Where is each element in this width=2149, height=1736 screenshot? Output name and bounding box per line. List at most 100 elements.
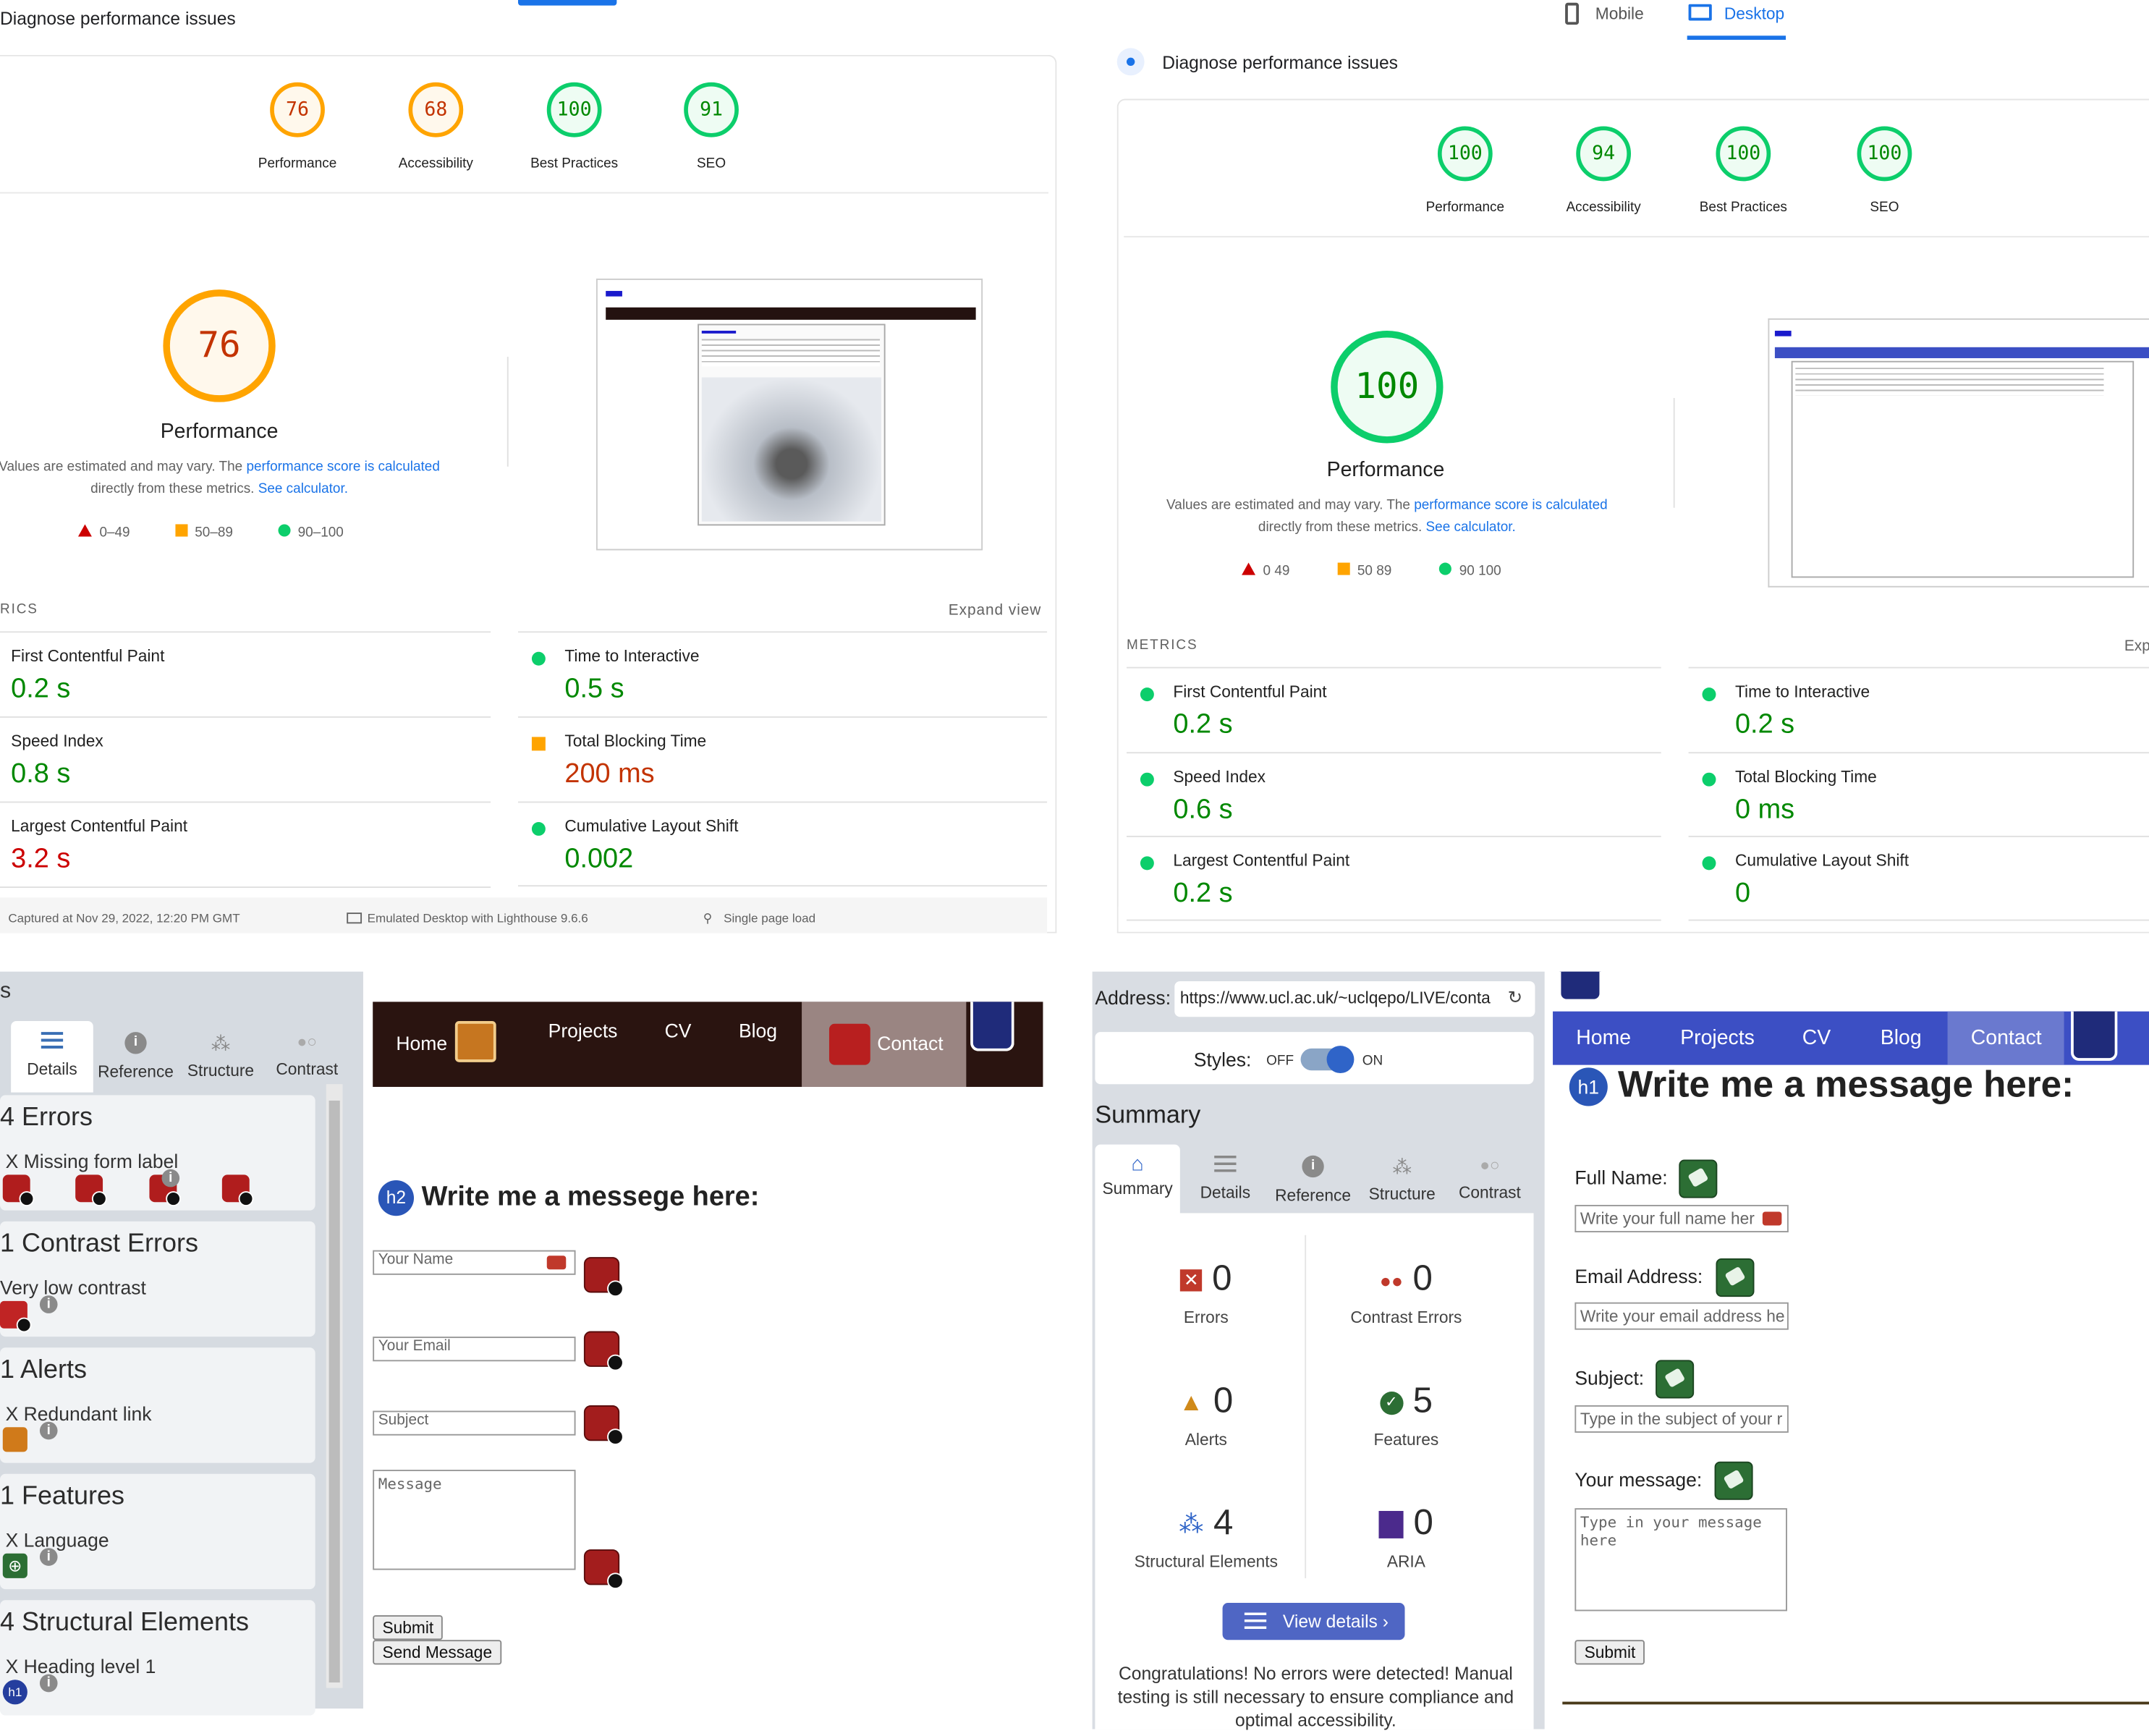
page-screenshot-thumbnail[interactable] xyxy=(1768,318,2149,588)
expand-view-link[interactable]: Expand view xyxy=(949,603,1042,619)
contrast-error-icon[interactable] xyxy=(0,1300,32,1333)
info-icon[interactable]: i xyxy=(161,1169,180,1187)
info-icon[interactable]: i xyxy=(39,1674,58,1693)
nav-blog[interactable]: Blog xyxy=(1881,1027,1922,1050)
message-textarea[interactable]: Message xyxy=(373,1470,576,1570)
label-feature-icon[interactable] xyxy=(1716,1258,1755,1297)
metrics-header: RICS xyxy=(0,602,38,618)
tab-mobile[interactable]: Mobile xyxy=(1595,4,1644,24)
subject-input[interactable]: Type in the subject of your r xyxy=(1574,1405,1789,1433)
gauge-accessibility[interactable]: 68 Accessibility xyxy=(368,82,504,172)
refresh-icon[interactable]: ↻ xyxy=(1508,987,1523,1009)
gauge-accessibility[interactable]: 94 Accessibility xyxy=(1535,126,1671,216)
tab-reference[interactable]: i Reference xyxy=(96,1021,176,1081)
lighthouse-report-left: Diagnose performance issues 76 Performanc… xyxy=(0,0,1057,933)
name-input[interactable]: Your Name xyxy=(373,1250,576,1275)
submit-button[interactable]: Submit xyxy=(1574,1640,1645,1665)
error-icon[interactable] xyxy=(2,1174,35,1206)
error-icon[interactable] xyxy=(222,1174,255,1206)
error-icon[interactable] xyxy=(583,1331,624,1371)
address-input[interactable]: https://www.ucl.ac.uk/~uclqepo/LIVE/cont… xyxy=(1174,981,1535,1017)
email-input[interactable]: Write your email address he xyxy=(1574,1302,1789,1330)
calculator-link[interactable]: See calculator. xyxy=(258,482,348,497)
tab-reference[interactable]: i Reference xyxy=(1268,1145,1358,1205)
nav-projects[interactable]: Projects xyxy=(1680,1027,1755,1050)
average-icon xyxy=(531,737,546,751)
html5-icon xyxy=(970,1002,1014,1051)
error-icon[interactable] xyxy=(583,1549,624,1590)
nav-home[interactable]: Home xyxy=(1576,1027,1631,1050)
tab-structure[interactable]: ⁂ Structure xyxy=(1358,1145,1446,1203)
errors-card[interactable]: 4 Errors X Missing form label i xyxy=(0,1095,315,1211)
tab-contrast[interactable]: ●○ Contrast xyxy=(266,1021,348,1078)
metric-lcp: Largest Contentful Paint 0.2 s xyxy=(1126,835,1661,921)
expand-view-link[interactable]: Exp xyxy=(2124,638,2149,655)
nav-cv[interactable]: CV xyxy=(1802,1027,1831,1050)
features-card[interactable]: 1 Features X Language ⊕ i xyxy=(0,1473,315,1590)
contrast-card[interactable]: 1 Contrast Errors Very low contrast i xyxy=(0,1221,315,1337)
page-screenshot-thumbnail[interactable] xyxy=(595,278,983,551)
score-calc-link[interactable]: performance score is calculated xyxy=(1414,498,1607,513)
error-icon[interactable] xyxy=(583,1405,624,1445)
stat-errors[interactable]: ✕ 0 Errors xyxy=(1106,1257,1307,1327)
stat-features[interactable]: ✓ 5 Features xyxy=(1306,1379,1506,1449)
tab-structure[interactable]: ⁂ Structure xyxy=(178,1021,263,1080)
page-heading: Write me a message here: xyxy=(1618,1063,2074,1105)
stat-structural-elements[interactable]: ⁂ 4 Structural Elements xyxy=(1106,1502,1307,1572)
metric-cls: Cumulative Layout Shift 0.002 xyxy=(517,801,1048,887)
send-message-button[interactable]: Send Message xyxy=(373,1640,502,1665)
tab-contrast[interactable]: ●○ Contrast xyxy=(1446,1145,1533,1202)
structure-card[interactable]: 4 Structural Elements X Heading level 1 … xyxy=(0,1600,315,1716)
label-feature-icon[interactable] xyxy=(1714,1461,1753,1500)
email-input[interactable]: Your Email xyxy=(373,1337,576,1362)
gauge-performance[interactable]: 100 Performance xyxy=(1396,126,1533,216)
error-icon[interactable] xyxy=(76,1174,108,1206)
stat-aria[interactable]: 0 ARIA xyxy=(1306,1502,1506,1571)
label-feature-icon[interactable] xyxy=(1679,1159,1718,1198)
heading-h1-icon[interactable]: h1 xyxy=(2,1680,27,1705)
nav-projects[interactable]: Projects xyxy=(548,1020,618,1041)
gauge-best-practices[interactable]: 100 Best Practices xyxy=(1675,126,1812,216)
tab-summary[interactable]: ⌂ Summary xyxy=(1095,1144,1180,1214)
gauge-seo[interactable]: 91 SEO xyxy=(643,82,779,172)
list-icon xyxy=(1214,1155,1237,1175)
address-label: Address: xyxy=(1095,986,1171,1009)
subject-input[interactable]: Subject xyxy=(373,1410,576,1436)
stat-alerts[interactable]: ▲ 0 Alerts xyxy=(1106,1379,1307,1449)
nav-contact-active[interactable]: Contact xyxy=(802,1002,967,1087)
nav-blog[interactable]: Blog xyxy=(739,1020,777,1041)
report-title: Diagnose performance issues xyxy=(0,8,236,29)
heading-block-right: h1 Write me a message here: xyxy=(1569,1064,2074,1106)
view-details-button[interactable]: View details › xyxy=(1222,1603,1405,1640)
stat-contrast-errors[interactable]: ●● 0 Contrast Errors xyxy=(1306,1257,1506,1327)
nav-home[interactable]: Home xyxy=(396,1032,447,1054)
styles-toggle[interactable] xyxy=(1300,1046,1355,1074)
alerts-card[interactable]: 1 Alerts X Redundant link i xyxy=(0,1347,315,1463)
error-icon[interactable] xyxy=(583,1257,624,1297)
structure-icon: ⁂ xyxy=(1179,1510,1204,1538)
info-icon[interactable]: i xyxy=(39,1295,58,1313)
message-textarea[interactable]: Type in your message here xyxy=(1574,1508,1787,1612)
calculator-link[interactable]: See calculator. xyxy=(1426,520,1516,535)
info-icon[interactable]: i xyxy=(39,1421,58,1440)
gauge-best-practices[interactable]: 100 Best Practices xyxy=(506,82,643,172)
full-name-input[interactable]: Write your full name her xyxy=(1574,1205,1789,1233)
wave-tabbar: Details i Reference ⁂ Structure ●○ Contrast xyxy=(11,1020,348,1093)
score-calc-link[interactable]: performance score is calculated xyxy=(246,460,439,475)
tab-details[interactable]: Details xyxy=(11,1020,93,1093)
submit-button[interactable]: Submit xyxy=(373,1615,444,1640)
gauge-seo[interactable]: 100 SEO xyxy=(1816,126,1953,216)
report-footer: Captured at Nov 29, 2022, 12:20 PM GMT E… xyxy=(0,897,1048,933)
nav-cv[interactable]: CV xyxy=(665,1020,692,1041)
tab-details[interactable]: Details xyxy=(1183,1145,1268,1202)
gauge-performance[interactable]: 76 Performance xyxy=(229,82,365,172)
scrollbar[interactable] xyxy=(326,1084,343,1688)
label-feature-icon[interactable] xyxy=(1656,1360,1695,1399)
alert-icon[interactable] xyxy=(2,1427,27,1452)
metric-fcp: First Contentful Paint 0.2 s xyxy=(1126,666,1661,753)
nav-contact-active[interactable]: Contact xyxy=(1947,1011,2064,1065)
info-icon[interactable]: i xyxy=(39,1548,58,1566)
pass-icon xyxy=(531,821,546,836)
tab-desktop[interactable]: Desktop xyxy=(1724,4,1784,24)
language-icon[interactable]: ⊕ xyxy=(2,1553,27,1578)
